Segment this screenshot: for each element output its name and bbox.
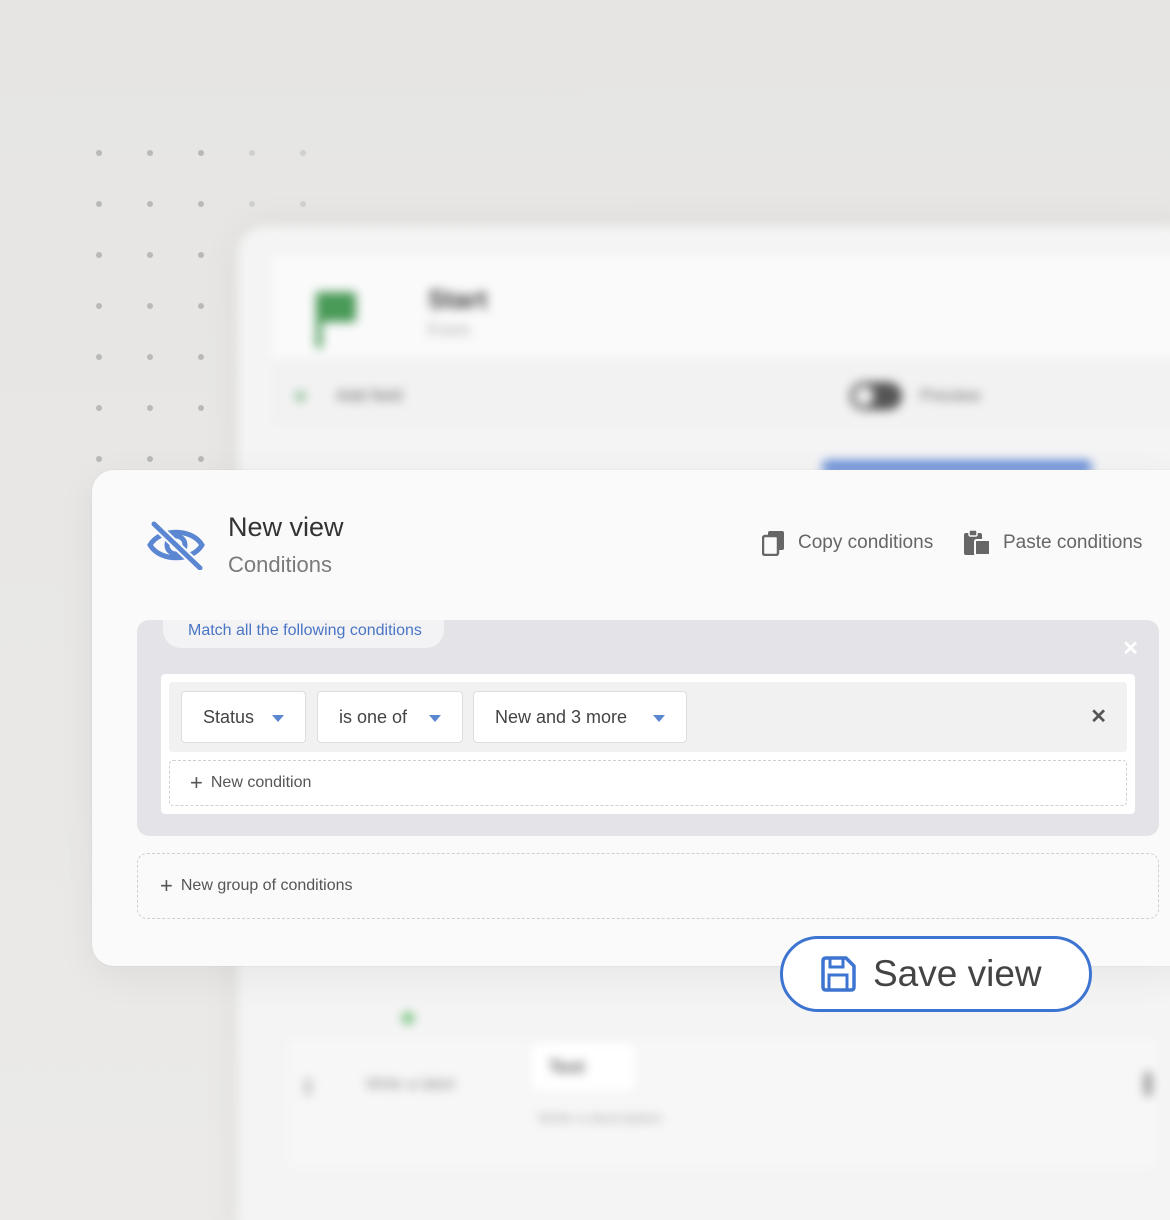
new-condition-label: New condition [210, 774, 312, 791]
grid-dot [198, 201, 204, 207]
grid-dot [249, 201, 255, 207]
match-mode-selector[interactable]: Match all the following conditions [163, 620, 444, 648]
grid-dot [147, 303, 153, 309]
grid-dot [198, 303, 204, 309]
grid-dot [198, 252, 204, 258]
condition-operator-select[interactable]: is one of [317, 691, 463, 743]
grid-dot [96, 150, 102, 156]
grid-dot [300, 201, 306, 207]
grid-dot [198, 354, 204, 360]
condition-list: Status is one of New and 3 more ✕ + New … [161, 674, 1135, 814]
copy-icon [762, 531, 784, 556]
remove-condition-button[interactable]: ✕ [1090, 704, 1107, 729]
flag-icon [316, 292, 356, 322]
grid-dot [96, 405, 102, 411]
plus-icon: + [190, 770, 203, 795]
background-field-description: Write a description [538, 1110, 662, 1127]
condition-field-value: Status [203, 706, 255, 727]
grid-dot [198, 405, 204, 411]
new-group-label: New group of conditions [180, 877, 353, 894]
save-view-button[interactable]: Save view [780, 936, 1092, 1012]
grid-dot [300, 150, 306, 156]
floppy-disk-icon [821, 956, 856, 992]
grid-dot [147, 456, 153, 462]
preview-label: Preview [920, 386, 981, 405]
field-type-label: Text [549, 1057, 585, 1077]
grid-dot [147, 150, 153, 156]
background-title: Start [428, 284, 488, 314]
grid-dot [198, 456, 204, 462]
green-dot-icon [402, 1012, 414, 1024]
grid-dot [96, 252, 102, 258]
background-header: Start Form [272, 256, 1170, 360]
plus-icon: + [160, 873, 173, 898]
condition-field-select[interactable]: Status [181, 691, 306, 743]
add-field-button: Add field [336, 386, 403, 405]
new-condition-button[interactable]: + New condition [169, 760, 1127, 806]
grid-dot [147, 405, 153, 411]
drag-handle-icon [304, 1078, 312, 1096]
background-subtitle: Form [428, 320, 470, 340]
eye-slash-icon [147, 520, 205, 570]
condition-value-select[interactable]: New and 3 more [473, 691, 687, 743]
background-toolbar: + Add field Preview [272, 364, 1170, 426]
copy-conditions-button[interactable]: Copy conditions [762, 530, 933, 556]
grid-dot [96, 456, 102, 462]
grid-dot [96, 303, 102, 309]
more-options-icon [1144, 1072, 1152, 1096]
save-view-label: Save view [873, 953, 1042, 994]
plus-icon: + [294, 384, 307, 409]
paste-conditions-button[interactable]: Paste conditions [963, 530, 1142, 556]
condition-group: Match all the following conditions ✕ Sta… [137, 620, 1159, 836]
chevron-down-icon [272, 715, 284, 722]
grid-dot [249, 150, 255, 156]
grid-dot [96, 354, 102, 360]
background-field-card [288, 1038, 1158, 1168]
remove-group-button[interactable]: ✕ [1122, 636, 1139, 661]
chevron-down-icon [653, 715, 665, 722]
condition-operator-value: is one of [339, 706, 408, 727]
conditions-modal: New view Conditions Copy conditions Past… [92, 470, 1170, 966]
background-text-chip: Text [528, 1040, 638, 1094]
grid-dot [147, 354, 153, 360]
clipboard-icon [964, 530, 991, 556]
background-field-label: Write a label [366, 1076, 455, 1093]
grid-dot [147, 201, 153, 207]
paste-conditions-label: Paste conditions [1003, 532, 1143, 553]
modal-subtitle: Conditions [228, 552, 332, 577]
preview-toggle [850, 382, 902, 410]
condition-value-text: New and 3 more [495, 706, 628, 727]
grid-dot [96, 201, 102, 207]
copy-conditions-label: Copy conditions [798, 532, 934, 553]
grid-dot [198, 150, 204, 156]
chevron-down-icon [429, 715, 441, 722]
grid-dot [147, 252, 153, 258]
new-group-button[interactable]: + New group of conditions [137, 853, 1159, 919]
condition-row: Status is one of New and 3 more ✕ [169, 682, 1127, 752]
modal-title: New view [228, 512, 344, 542]
